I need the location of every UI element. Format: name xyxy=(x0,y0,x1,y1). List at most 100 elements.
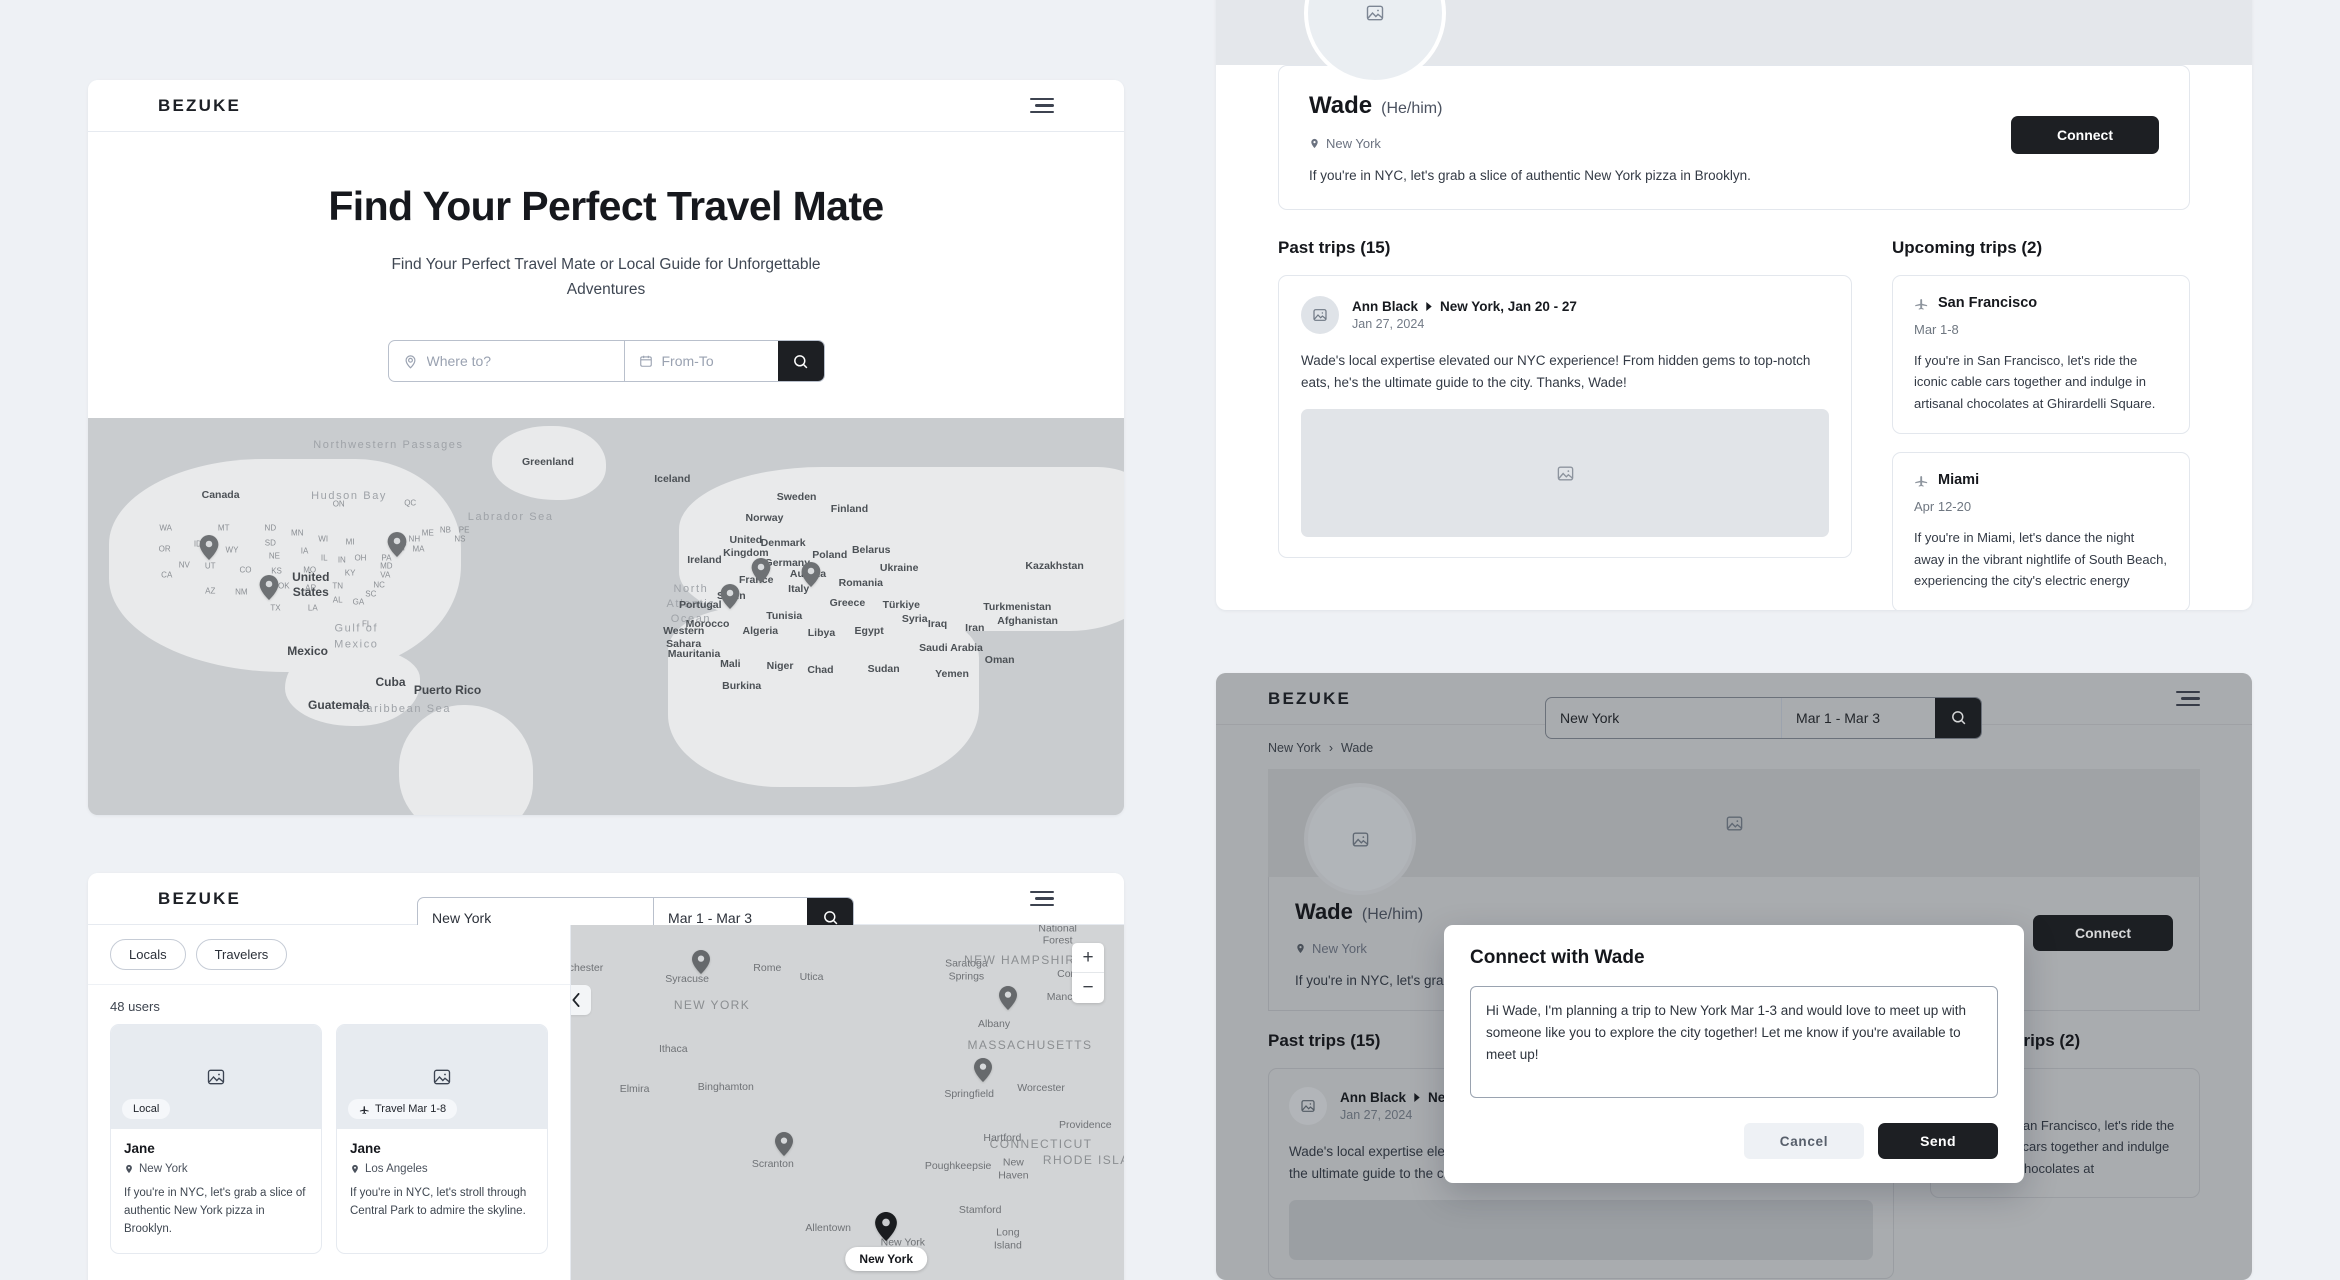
results-header: BEZUKE New York Mar 1 - Mar 3 xyxy=(88,873,1124,939)
user-card[interactable]: Local Jane New York If you're in NYC, le… xyxy=(110,1024,322,1255)
map-country-label: Puerto Rico xyxy=(413,682,482,697)
user-card-grid: Local Jane New York If you're in NYC, le… xyxy=(88,1024,570,1255)
results-filter-tabs: Locals Travelers xyxy=(88,925,570,985)
profile-summary-card: Wade (He/him) New York If you're in NYC,… xyxy=(1278,65,2190,210)
results-map-pin[interactable] xyxy=(973,1058,992,1083)
map-country-label: Saudi Arabia xyxy=(919,642,983,655)
map-country-label: Western Sahara xyxy=(663,625,705,651)
map-state-label: NV xyxy=(178,560,190,570)
zoom-in-button[interactable]: + xyxy=(1072,943,1104,973)
dates-input[interactable]: From-To xyxy=(662,353,714,369)
past-trip-destination: New York, Jan 20 - 27 xyxy=(1440,299,1577,314)
user-card-body: Jane Los Angeles If you're in NYC, let's… xyxy=(337,1129,547,1235)
where-to-field[interactable]: Where to? xyxy=(389,341,624,381)
map-country-label: Ireland xyxy=(687,553,722,566)
dates-input[interactable]: Mar 1 - Mar 3 xyxy=(668,910,752,926)
calendar-icon xyxy=(639,354,653,368)
results-map-label: MASSACHUSETTS xyxy=(967,1038,1093,1053)
map-state-label: OR xyxy=(158,544,171,553)
map-pin-southern-us[interactable] xyxy=(259,574,279,600)
map-state-label: FL xyxy=(362,619,372,629)
map-zoom-controls: + − xyxy=(1072,943,1104,1003)
trips-section: Past trips (15) Ann Black New York, Jan … xyxy=(1216,210,2252,610)
tab-locals[interactable]: Locals xyxy=(110,939,186,970)
results-map-pin[interactable] xyxy=(691,949,710,974)
results-map-pin[interactable] xyxy=(774,1131,793,1156)
image-placeholder-icon xyxy=(1312,307,1328,323)
results-map-label: Rome xyxy=(753,962,782,975)
send-button[interactable]: Send xyxy=(1878,1123,1998,1159)
map-pin-france[interactable] xyxy=(752,558,771,584)
user-card-badge: Local xyxy=(122,1099,171,1119)
tab-travelers[interactable]: Travelers xyxy=(195,939,288,970)
brand-logo[interactable]: BEZUKE xyxy=(158,96,241,116)
map-country-label: Algeria xyxy=(742,624,779,637)
where-to-input[interactable]: Where to? xyxy=(427,353,492,369)
map-country-label: Sweden xyxy=(776,490,817,503)
results-count: 48 users xyxy=(110,999,160,1014)
map-pin-austria[interactable] xyxy=(801,562,821,588)
hero-header: BEZUKE xyxy=(88,80,1124,132)
past-trip-title: Ann Black New York, Jan 20 - 27 xyxy=(1352,299,1577,314)
map-country-label: Greece xyxy=(829,597,866,610)
collapse-list-button[interactable] xyxy=(571,985,591,1015)
results-map-pin-label[interactable]: New York xyxy=(845,1247,927,1272)
map-country-label: Norway xyxy=(745,511,784,524)
map-state-label: VA xyxy=(380,570,391,580)
profile-pronouns: (He/him) xyxy=(1381,100,1443,117)
search-button[interactable] xyxy=(777,341,824,382)
map-country-label: Cuba xyxy=(375,675,406,690)
upcoming-trip-card[interactable]: Miami Apr 12-20 If you're in Miami, let'… xyxy=(1892,452,2190,610)
results-map-label: Binghamton xyxy=(697,1081,754,1094)
hamburger-menu-icon[interactable] xyxy=(1030,890,1054,907)
map-pin-spain[interactable] xyxy=(720,583,740,609)
modal-actions: Cancel Send xyxy=(1470,1123,1998,1159)
map-state-label: TN xyxy=(332,581,344,591)
detail-with-modal-panel: BEZUKE New York Mar 1 - Mar 3 New York › xyxy=(1216,673,2252,1280)
map-country-label: Iraq xyxy=(927,618,948,631)
user-card-text: If you're in NYC, let's grab a slice of … xyxy=(124,1187,306,1236)
map-country-label: Niger xyxy=(766,659,794,672)
user-card-location-label: New York xyxy=(139,1163,188,1175)
past-trip-card[interactable]: Ann Black New York, Jan 20 - 27 Jan 27, … xyxy=(1278,275,1852,559)
results-map-pin[interactable] xyxy=(875,1212,898,1242)
results-map-label: Allentown xyxy=(805,1221,851,1234)
map-state-label: IL xyxy=(320,553,328,563)
results-map-label: Poughkeepsie xyxy=(924,1159,992,1172)
dates-field[interactable]: From-To xyxy=(623,341,778,382)
where-to-input[interactable]: New York xyxy=(432,910,491,926)
hamburger-menu-icon[interactable] xyxy=(1030,97,1054,114)
profile-panel: Wade (He/him) New York If you're in NYC,… xyxy=(1216,0,2252,610)
connect-message-textarea[interactable]: Hi Wade, I'm planning a trip to New York… xyxy=(1470,986,1998,1098)
brand-logo[interactable]: BEZUKE xyxy=(158,889,241,909)
profile-name: Wade xyxy=(1309,92,1373,119)
connect-button[interactable]: Connect xyxy=(2011,116,2159,154)
hero-landing-panel: BEZUKE Find Your Perfect Travel Mate Fin… xyxy=(88,80,1124,815)
image-placeholder-icon xyxy=(1365,3,1385,23)
user-card-badge-label: Local xyxy=(133,1103,160,1115)
upcoming-trip-card[interactable]: San Francisco Mar 1-8 If you're in San F… xyxy=(1892,275,2190,435)
results-map-label: Ithaca xyxy=(658,1043,688,1056)
cancel-button[interactable]: Cancel xyxy=(1744,1123,1864,1159)
results-map-pin[interactable] xyxy=(998,986,1017,1011)
map-pin-western-us[interactable] xyxy=(199,534,219,560)
map-pin-new-york[interactable] xyxy=(387,532,407,558)
map-state-label: ME xyxy=(421,528,434,538)
upcoming-trip-note: If you're in Miami, let's dance the nigh… xyxy=(1914,530,2167,589)
upcoming-trip-city-line: Miami xyxy=(1914,472,2168,488)
location-pin-icon xyxy=(124,1164,134,1174)
world-map[interactable]: North Atlantic Ocean Hudson Bay Labrador S… xyxy=(88,418,1124,815)
map-country-label: Finland xyxy=(830,503,869,516)
map-state-label: NE xyxy=(268,551,281,561)
map-country-label: Mali xyxy=(720,658,741,671)
map-state-label: MD xyxy=(380,561,393,571)
upcoming-trips-column: Upcoming trips (2) San Francisco Mar 1-8… xyxy=(1892,238,2190,610)
image-placeholder-icon xyxy=(1556,464,1575,483)
map-state-label: AL xyxy=(332,595,343,605)
past-trips-heading: Past trips (15) xyxy=(1278,238,1391,257)
user-card[interactable]: Travel Mar 1-8 Jane Los Angeles If you'r… xyxy=(336,1024,548,1255)
image-placeholder-icon xyxy=(1725,0,1744,2)
zoom-out-button[interactable]: − xyxy=(1072,973,1104,1003)
results-map[interactable]: + − Syracuse Rome Utica Saratoga Springs Alb… xyxy=(571,925,1124,1280)
results-map-label: Providence xyxy=(1059,1118,1112,1131)
